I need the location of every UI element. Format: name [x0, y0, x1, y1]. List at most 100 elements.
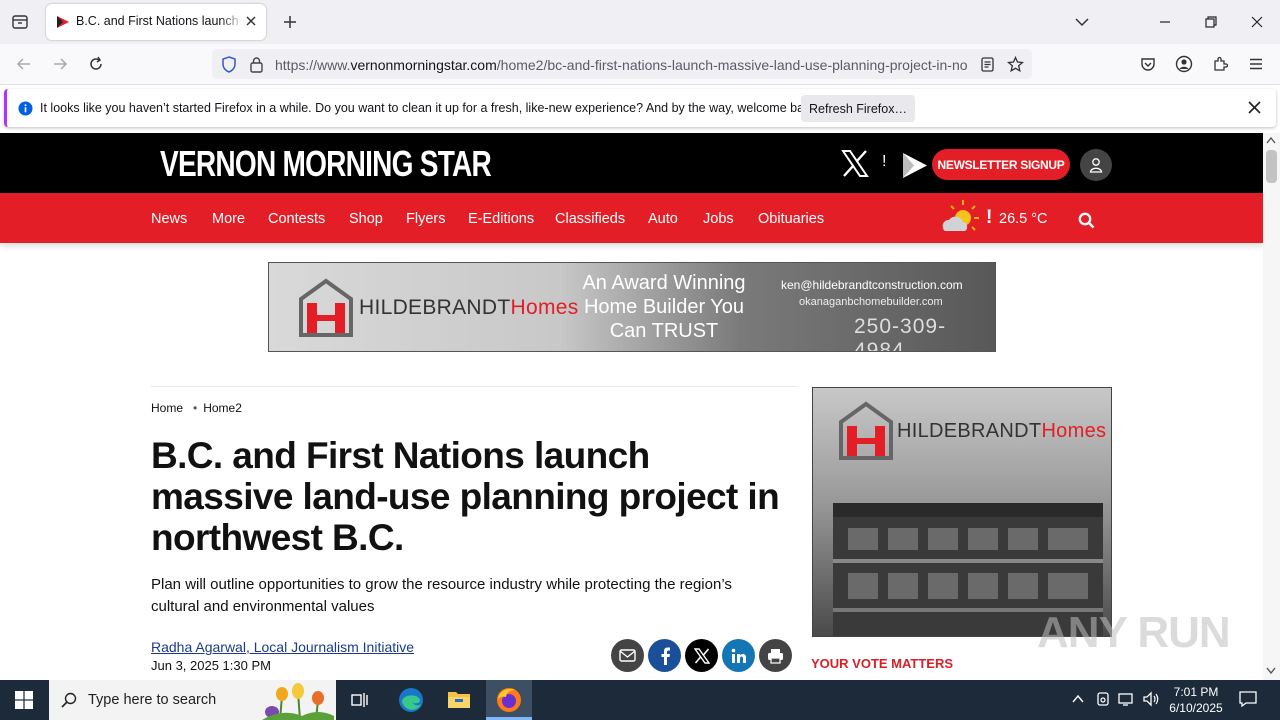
volume-icon[interactable] — [1142, 691, 1160, 707]
nav-jobs[interactable]: Jobs — [703, 211, 734, 227]
scroll-up-icon[interactable] — [1266, 136, 1276, 144]
share-facebook-button[interactable] — [648, 639, 681, 672]
url-path: /home2/bc-and-first-nations-launch-massi… — [496, 57, 968, 73]
tracking-shield-icon[interactable] — [221, 56, 237, 73]
article-headline: B.C. and First Nations launch massive la… — [151, 435, 780, 558]
article-date: Jun 3, 2025 1:30 PM — [151, 658, 271, 673]
share-linkedin-button[interactable] — [722, 639, 755, 672]
breadcrumb-separator: • — [193, 401, 198, 415]
notifications-icon[interactable] — [1238, 690, 1258, 708]
lock-icon[interactable] — [249, 56, 264, 73]
site-logo[interactable]: VERNON MORNING STAR — [160, 143, 492, 185]
sidebar-ad-logo: HILDEBRANDTHomes — [837, 400, 1106, 462]
tab-title: B.C. and First Nations launch massive la… — [76, 14, 244, 28]
notification-close-icon[interactable] — [1247, 100, 1262, 115]
ad-brand-logo: HILDEBRANDTHomes — [297, 277, 579, 339]
watermark: ANY RUN — [1037, 608, 1231, 657]
tray-device-icon[interactable] — [1095, 691, 1111, 707]
firefox-icon[interactable] — [496, 687, 522, 713]
new-tab-icon[interactable] — [276, 8, 304, 36]
breadcrumb-home2[interactable]: Home2 — [203, 401, 242, 415]
taskbar-clock[interactable]: 7:01 PM 6/10/2025 — [1163, 684, 1229, 716]
edge-browser-icon[interactable] — [398, 687, 424, 713]
clock-time: 7:01 PM — [1173, 685, 1219, 699]
article-byline[interactable]: Radha Agarwal, Local Journalism Initiati… — [151, 639, 414, 655]
x-icon — [693, 647, 710, 664]
task-view-icon[interactable] — [350, 690, 370, 710]
list-all-tabs-icon[interactable] — [1068, 8, 1096, 36]
file-explorer-icon[interactable] — [447, 688, 471, 710]
content-divider — [151, 386, 797, 387]
bookmark-star-icon[interactable] — [1007, 56, 1024, 73]
breadcrumb-home[interactable]: Home — [151, 401, 183, 415]
site-favicon-icon — [56, 15, 70, 29]
url-prefix: https://www. — [275, 57, 351, 73]
nav-shop[interactable]: Shop — [349, 211, 383, 227]
user-account-button[interactable] — [1080, 149, 1112, 181]
nav-news[interactable]: News — [151, 211, 187, 227]
ad-phone: 250-309-4984 — [854, 315, 947, 352]
browser-tab-active[interactable]: B.C. and First Nations launch massive la… — [46, 4, 266, 40]
header-alert-mark: ! — [882, 153, 887, 170]
reload-icon[interactable] — [82, 50, 110, 78]
share-print-button[interactable] — [759, 639, 792, 672]
user-icon — [1089, 157, 1103, 173]
windows-start-icon[interactable] — [15, 691, 33, 709]
scroll-down-icon[interactable] — [1266, 667, 1276, 675]
scrollbar-thumb[interactable] — [1266, 150, 1277, 183]
minimize-icon[interactable] — [1151, 8, 1179, 36]
url-domain: vernonmorningstar.com — [350, 57, 497, 73]
account-icon[interactable] — [1170, 50, 1198, 78]
network-icon[interactable] — [1118, 691, 1136, 707]
url-text[interactable]: https://www.vernonmorningstar.com/home2/… — [275, 57, 973, 73]
pocket-icon[interactable] — [1134, 50, 1162, 78]
x-social-icon[interactable] — [841, 150, 869, 177]
print-icon — [767, 648, 784, 664]
email-icon — [619, 649, 636, 662]
ad-email: ken@hildebrandtconstruction.com — [781, 278, 963, 292]
linkedin-icon — [731, 648, 747, 664]
article-deck: Plan will outline opportunities to grow … — [151, 576, 732, 615]
nav-obituaries[interactable]: Obituaries — [758, 211, 824, 227]
app-menu-icon[interactable] — [1242, 50, 1270, 78]
tab-list-icon[interactable] — [6, 8, 34, 36]
forward-icon[interactable] — [46, 50, 74, 78]
nav-flyers[interactable]: Flyers — [406, 211, 445, 227]
brand-play-icon[interactable] — [902, 152, 928, 179]
newsletter-signup-button[interactable]: NEWSLETTER SIGNUP — [932, 149, 1070, 180]
leaderboard-ad[interactable]: HILDEBRANDTHomes An Award Winning Home B… — [268, 262, 996, 352]
ad-tagline: An Award Winning Home Builder You Can TR… — [582, 272, 746, 342]
taskbar-search-placeholder: Type here to search — [88, 692, 217, 708]
search-icon[interactable] — [1078, 212, 1095, 229]
tab-close-icon[interactable] — [244, 14, 258, 28]
taskbar-search-icon — [61, 692, 77, 708]
sidebar-ad-brand: HILDEBRANDTHomes — [897, 420, 1106, 443]
nav-more[interactable]: More — [212, 211, 245, 227]
restore-icon[interactable] — [1197, 8, 1225, 36]
flowers-decoration-icon — [262, 682, 334, 720]
info-icon — [18, 101, 33, 116]
main-nav: News More Contests Shop Flyers E-Edition… — [0, 193, 1263, 243]
share-email-button[interactable] — [611, 639, 644, 672]
share-x-button[interactable] — [685, 639, 718, 672]
tray-chevron-up-icon[interactable] — [1071, 693, 1085, 705]
weather-sun-cloud-icon[interactable] — [939, 198, 981, 238]
temperature[interactable]: 26.5 °C — [999, 211, 1048, 227]
sidebar-ad[interactable]: HILDEBRANDTHomes — [812, 387, 1112, 637]
page-scrollbar[interactable] — [1263, 133, 1280, 680]
nav-classifieds[interactable]: Classifieds — [555, 211, 625, 227]
sidebar-ad-brand-a: HILDEBRANDT — [897, 419, 1042, 442]
weather-alert-mark: ! — [986, 207, 993, 228]
nav-e-editions[interactable]: E-Editions — [468, 211, 534, 227]
web-page: VERNON MORNING STAR ! NEWSLETTER SIGNUP … — [0, 133, 1263, 680]
nav-auto[interactable]: Auto — [648, 211, 678, 227]
back-icon[interactable] — [10, 50, 38, 78]
ad-brand-name: HILDEBRANDTHomes — [359, 296, 579, 320]
refresh-firefox-button[interactable]: Refresh Firefox… — [801, 95, 915, 122]
vote-heading: YOUR VOTE MATTERS — [811, 656, 954, 671]
reader-view-icon[interactable] — [980, 57, 995, 72]
breadcrumb: Home • Home2 — [151, 401, 242, 415]
nav-contests[interactable]: Contests — [268, 211, 325, 227]
extensions-icon[interactable] — [1206, 50, 1234, 78]
window-close-icon[interactable] — [1243, 8, 1271, 36]
